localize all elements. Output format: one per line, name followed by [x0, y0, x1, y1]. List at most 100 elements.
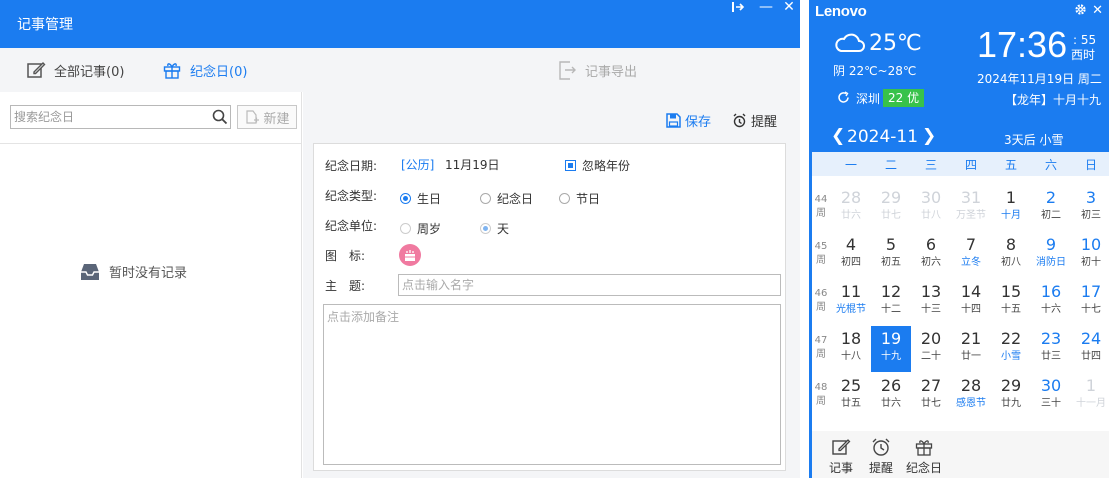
calendar-day[interactable]: 17 十七: [1071, 279, 1109, 325]
calendar-day[interactable]: 14 十四: [951, 279, 991, 325]
calendar-day[interactable]: 8 初八: [991, 232, 1031, 278]
calendar-day[interactable]: 24 廿四: [1071, 326, 1109, 372]
type-option-label: 纪念日: [497, 192, 534, 206]
new-button[interactable]: 新建: [237, 105, 297, 129]
calendar-day[interactable]: 3 初三: [1071, 185, 1109, 231]
weather-forecast: 3天后 小雪: [1004, 133, 1064, 147]
day-lunar: 十九: [881, 351, 901, 362]
calendar-day[interactable]: 29 廿七: [871, 185, 911, 231]
calendar-day[interactable]: 5 初五: [871, 232, 911, 278]
calendar-day[interactable]: 29 廿九: [991, 373, 1031, 419]
calendar-day[interactable]: 6 初六: [911, 232, 951, 278]
clock-seconds: : 55: [1073, 33, 1097, 47]
type-option-holiday[interactable]: 节日: [559, 190, 600, 207]
search-input[interactable]: [11, 106, 206, 128]
day-number: 20: [920, 329, 942, 348]
search-box: [10, 105, 231, 129]
unit-option-day[interactable]: 天: [480, 220, 509, 237]
unit-option-label: 周岁: [417, 222, 442, 236]
calendar-day[interactable]: 1 十月: [991, 185, 1031, 231]
save-icon: [666, 113, 681, 128]
day-number: 6: [925, 235, 937, 254]
refresh-icon[interactable]: [837, 91, 850, 108]
week-suffix: 周: [816, 255, 826, 266]
calendar-day[interactable]: 9 消防日: [1031, 232, 1071, 278]
export-button[interactable]: 记事导出: [557, 48, 637, 92]
calendar-day[interactable]: 12 十二: [871, 279, 911, 325]
calendar-day[interactable]: 27 廿七: [911, 373, 951, 419]
calendar-day[interactable]: 4 初四: [831, 232, 871, 278]
calendar-day[interactable]: 28 感恩节: [951, 373, 991, 419]
quick-remind-button[interactable]: 提醒: [869, 437, 893, 476]
calendar-day[interactable]: 22 小雪: [991, 326, 1031, 372]
edit-icon: [27, 62, 46, 78]
type-option-birthday[interactable]: 生日: [400, 190, 441, 207]
quick-note-button[interactable]: 记事: [829, 437, 853, 476]
tab-anniversary[interactable]: 纪念日(0): [162, 48, 247, 92]
type-option-anniversary[interactable]: 纪念日: [480, 190, 533, 207]
calendar-day[interactable]: 18 十八: [831, 326, 871, 372]
calendar-day[interactable]: 2 初二: [1031, 185, 1071, 231]
day-lunar: 小雪: [1001, 351, 1021, 362]
remind-button[interactable]: 提醒: [732, 111, 777, 130]
calendar-type-link[interactable]: [公历]: [401, 156, 434, 173]
quick-anniversary-button[interactable]: 纪念日: [906, 437, 942, 476]
next-month-button[interactable]: ❯: [922, 126, 936, 146]
day-lunar: 廿九: [1001, 398, 1021, 409]
gear-icon[interactable]: [1074, 3, 1087, 20]
unit-option-label: 天: [497, 222, 510, 236]
city-name[interactable]: 深圳: [856, 90, 880, 107]
week-number-value: 45: [814, 241, 828, 252]
day-lunar: 立冬: [961, 257, 981, 268]
quick-anniversary-label: 纪念日: [906, 461, 943, 475]
subject-input[interactable]: [398, 274, 781, 296]
calendar-day-today[interactable]: 19 十九: [871, 326, 911, 372]
unit-option-age[interactable]: 周岁: [400, 220, 441, 237]
calendar-day[interactable]: 30 三十: [1031, 373, 1071, 419]
current-date: 2024年11月19日 周二: [977, 72, 1102, 86]
calendar-day[interactable]: 11 光棍节: [831, 279, 871, 325]
calendar-day[interactable]: 1 十一月: [1071, 373, 1109, 419]
calendar-day[interactable]: 10 初十: [1071, 232, 1109, 278]
month-title[interactable]: 2024-11: [847, 127, 918, 147]
day-number: 23: [1040, 329, 1062, 348]
day-lunar: 十三: [921, 304, 941, 315]
day-lunar: 十七: [1081, 304, 1101, 315]
day-number: 17: [1080, 282, 1102, 301]
cake-icon[interactable]: [399, 244, 421, 266]
minimize-button[interactable]: —: [755, 0, 777, 16]
calendar-day[interactable]: 23 廿三: [1031, 326, 1071, 372]
pin-icon[interactable]: [727, 0, 749, 16]
note-textarea[interactable]: [323, 304, 781, 465]
quick-note-label: 记事: [829, 461, 854, 475]
day-lunar: 感恩节: [956, 398, 986, 409]
calendar-day[interactable]: 28 廿六: [831, 185, 871, 231]
save-button[interactable]: 保存: [666, 111, 711, 130]
calendar-day[interactable]: 30 廿八: [911, 185, 951, 231]
title-bar: 记事管理 — ✕: [0, 0, 800, 48]
close-button[interactable]: ✕: [778, 0, 800, 16]
search-icon[interactable]: [212, 109, 228, 129]
calendar-day[interactable]: 26 廿六: [871, 373, 911, 419]
calendar-day[interactable]: 31 万圣节: [951, 185, 991, 231]
weekday-label: 三: [924, 158, 937, 172]
widget-close-button[interactable]: ✕: [1092, 3, 1103, 18]
prev-month-button[interactable]: ❮: [831, 126, 845, 146]
calendar-day[interactable]: 16 十六: [1031, 279, 1071, 325]
calendar-day[interactable]: 21 廿一: [951, 326, 991, 372]
day-number: 28: [960, 376, 982, 395]
day-lunar: 初四: [841, 257, 861, 268]
calendar-day[interactable]: 13 十三: [911, 279, 951, 325]
calendar-day[interactable]: 20 二十: [911, 326, 951, 372]
calendar-day[interactable]: 25 廿五: [831, 373, 871, 419]
alarm-icon: [872, 438, 890, 456]
day-lunar: 十六: [1041, 304, 1061, 315]
tab-all-notes[interactable]: 全部记事(0): [26, 48, 124, 92]
calendar-day[interactable]: 15 十五: [991, 279, 1031, 325]
day-lunar: 廿七: [881, 210, 901, 221]
day-lunar: 二十: [921, 351, 941, 362]
calendar-day[interactable]: 7 立冬: [951, 232, 991, 278]
ignore-year-checkbox[interactable]: 忽略年份: [565, 157, 630, 174]
date-value[interactable]: 11月19日: [445, 156, 500, 173]
day-number: 3: [1085, 188, 1097, 207]
